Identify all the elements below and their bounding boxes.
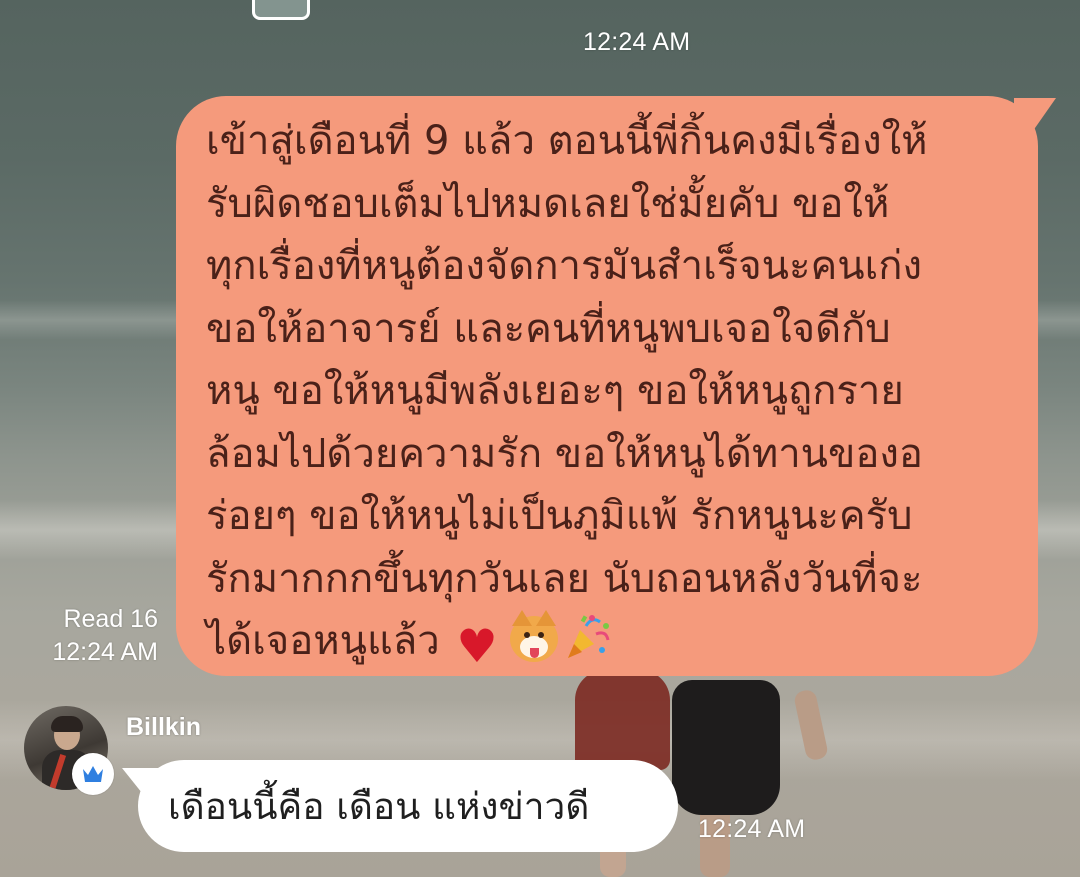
message-timestamp: 12:24 AM <box>698 815 806 843</box>
outgoing-message-text: เข้าสู่เดือนที่ 9 แล้ว ตอนนี้พี่กิ้นคงมี… <box>206 118 928 673</box>
outgoing-message-bubble[interactable]: เข้าสู่เดือนที่ 9 แล้ว ตอนนี้พี่กิ้นคงมี… <box>176 96 1056 676</box>
dog-face-icon <box>510 610 559 662</box>
red-heart-icon: ♥ <box>456 619 498 673</box>
message-timestamp: 12:24 AM <box>583 28 691 56</box>
incoming-message-bubble[interactable]: เดือนนี้คือ เดือน แห่งข่าวดี <box>122 760 678 852</box>
background-figure <box>575 670 670 770</box>
crown-icon <box>72 753 114 795</box>
background-object <box>252 0 310 20</box>
party-popper-icon <box>562 612 612 662</box>
read-timestamp: 12:24 AM <box>52 638 158 666</box>
background-figure <box>672 680 780 815</box>
incoming-message-text: เดือนนี้คือ เดือน แห่งข่าวดี <box>168 784 590 828</box>
read-receipt: Read 16 12:24 AM <box>52 603 158 669</box>
read-status: Read 16 <box>63 605 158 633</box>
sender-name: Billkin <box>126 713 202 741</box>
